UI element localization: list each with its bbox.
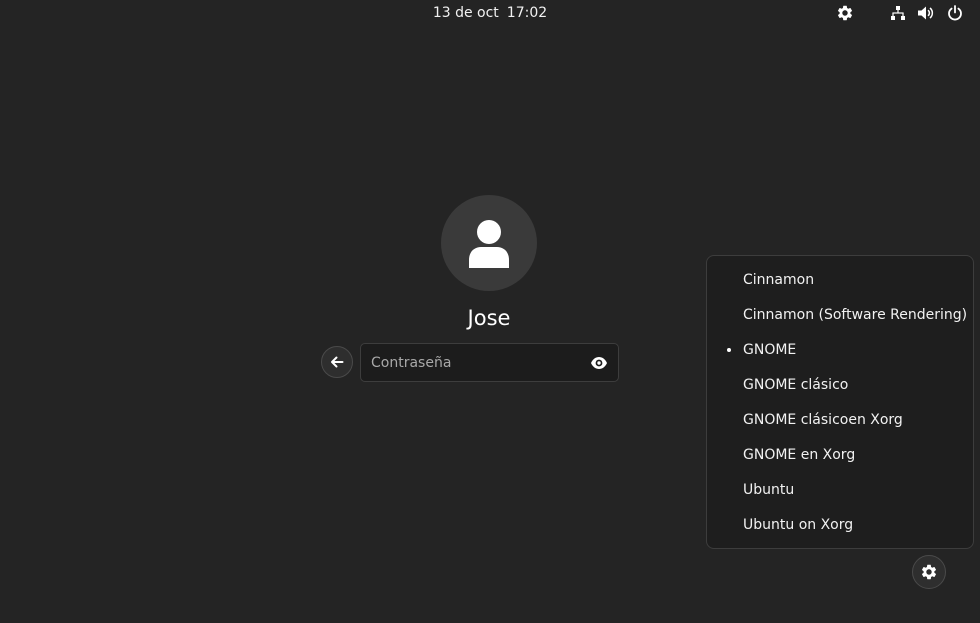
session-item-label: Cinnamon	[743, 272, 815, 288]
session-item-ubuntu-xorg[interactable]: Ubuntu on Xorg	[707, 508, 973, 543]
user-icon	[469, 220, 509, 268]
session-menu: Cinnamon Cinnamon (Software Rendering) G…	[706, 255, 974, 549]
session-item-gnome[interactable]: GNOME	[707, 333, 973, 368]
session-item-label: Cinnamon (Software Rendering)	[743, 307, 968, 323]
clock[interactable]: 13 de oct 17:02	[0, 3, 980, 23]
session-item-label: GNOME en Xorg	[743, 447, 856, 463]
accessibility-gear-icon[interactable]	[835, 3, 855, 23]
password-input[interactable]	[361, 344, 581, 381]
session-item-label: Ubuntu	[743, 482, 795, 498]
selected-dot-icon	[727, 348, 731, 352]
clock-time: 17:02	[506, 5, 548, 21]
session-item-label: Ubuntu on Xorg	[743, 517, 854, 533]
session-item-gnome-clasico-xorg[interactable]: GNOME clásicoen Xorg	[707, 403, 973, 438]
gear-icon	[921, 564, 937, 580]
session-item-label: GNOME	[743, 342, 797, 358]
back-button[interactable]	[321, 346, 353, 378]
session-item-gnome-clasico[interactable]: GNOME clásico	[707, 368, 973, 403]
clock-date: 13 de oct	[432, 5, 499, 21]
session-item-cinnamon[interactable]: Cinnamon	[707, 263, 973, 298]
session-item-label: GNOME clásicoen Xorg	[743, 412, 903, 428]
session-item-ubuntu[interactable]: Ubuntu	[707, 473, 973, 508]
volume-icon[interactable]	[916, 3, 936, 23]
session-item-label: GNOME clásico	[743, 377, 849, 393]
session-item-gnome-xorg[interactable]: GNOME en Xorg	[707, 438, 973, 473]
avatar	[441, 195, 537, 291]
network-icon[interactable]	[888, 3, 908, 23]
eye-icon[interactable]	[590, 354, 608, 372]
password-field[interactable]	[360, 343, 619, 382]
arrow-left-icon	[331, 356, 344, 368]
session-select-button[interactable]	[912, 555, 946, 589]
power-icon[interactable]	[945, 3, 965, 23]
session-item-cinnamon-software-rendering[interactable]: Cinnamon (Software Rendering)	[707, 298, 973, 333]
